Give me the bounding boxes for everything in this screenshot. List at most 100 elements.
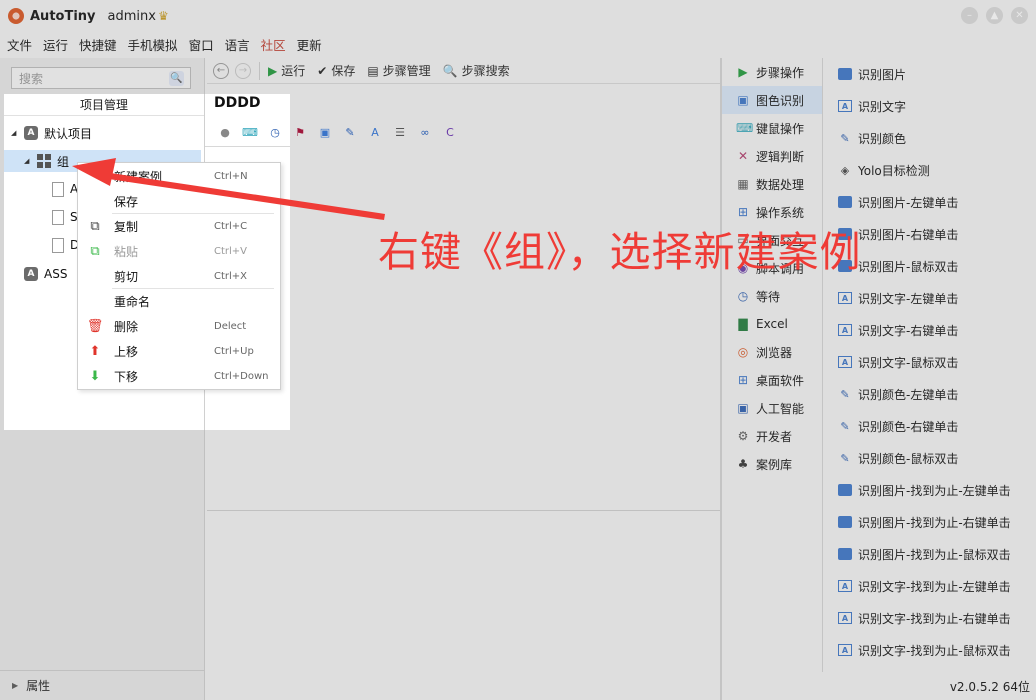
tree-case[interactable]: A bbox=[52, 178, 78, 200]
action-item[interactable]: A 识别文字-找到为止-右键单击 bbox=[824, 602, 1036, 634]
keyboard-icon[interactable]: ⌨ bbox=[242, 124, 258, 140]
menu-item-save[interactable]: 保存 bbox=[78, 189, 282, 214]
action-item[interactable]: ✎ 识别颜色-左键单击 bbox=[824, 378, 1036, 410]
settings-icon[interactable]: ☰ bbox=[392, 124, 408, 140]
user-name[interactable]: adminx bbox=[108, 9, 156, 24]
category-label: 开发者 bbox=[756, 429, 793, 444]
menu-bar: 文件 运行 快捷键 手机模拟 窗口 语言 社区 更新 bbox=[0, 32, 1036, 56]
flag-icon[interactable]: ⚑ bbox=[292, 124, 308, 140]
csharp-icon[interactable]: C bbox=[442, 124, 458, 140]
action-item[interactable]: ✎ 识别颜色-鼠标双击 bbox=[824, 442, 1036, 474]
close-icon[interactable]: ✕ bbox=[1011, 7, 1028, 24]
menu-item-new-case[interactable]: 新建案例 Ctrl+N bbox=[78, 164, 282, 189]
tree-case[interactable]: S bbox=[52, 206, 78, 228]
project-label: ASS bbox=[44, 267, 68, 281]
step-manage-button[interactable]: ▤ 步骤管理 bbox=[367, 62, 430, 79]
step-search-button[interactable]: 🔍 步骤搜索 bbox=[443, 62, 510, 79]
image-icon bbox=[838, 68, 852, 80]
editor-toolbar: ← → ▶ 运行 ✔ 保存 ▤ 步骤管理 🔍 步骤搜索 bbox=[207, 58, 720, 84]
menu-update[interactable]: 更新 bbox=[297, 35, 322, 54]
menu-run[interactable]: 运行 bbox=[43, 35, 68, 54]
category-label: 浏览器 bbox=[756, 345, 793, 360]
mouse-icon[interactable]: ● bbox=[217, 124, 233, 140]
pipette-icon: ✎ bbox=[840, 387, 850, 401]
category-item[interactable]: ⚙ 开发者 bbox=[722, 422, 822, 450]
search-icon[interactable]: 🔍 bbox=[169, 71, 184, 86]
menu-item-paste[interactable]: ⧉ 粘贴 Ctrl+V bbox=[78, 239, 282, 264]
action-item[interactable]: A 识别文字 bbox=[824, 90, 1036, 122]
text-icon[interactable]: A bbox=[367, 124, 383, 140]
category-item[interactable]: ◷ 等待 bbox=[722, 282, 822, 310]
text-icon: A bbox=[838, 644, 852, 656]
menu-item-cut[interactable]: 剪切 Ctrl+X bbox=[78, 264, 282, 289]
run-button[interactable]: ▶ 运行 bbox=[268, 62, 305, 79]
title-bar: AutoTiny adminx ♛ – ▲ ✕ bbox=[0, 0, 1036, 32]
category-item[interactable]: ◎ 浏览器 bbox=[722, 338, 822, 366]
category-label: 等待 bbox=[756, 289, 781, 304]
menu-file[interactable]: 文件 bbox=[7, 35, 32, 54]
category-item[interactable]: ▣ 人工智能 bbox=[722, 394, 822, 422]
action-item[interactable]: ✎ 识别颜色 bbox=[824, 122, 1036, 154]
toolbar-separator bbox=[259, 61, 260, 80]
action-item[interactable]: A 识别文字-鼠标双击 bbox=[824, 346, 1036, 378]
menu-item-move-up[interactable]: ⬆ 上移 Ctrl+Up bbox=[78, 339, 282, 364]
menu-language[interactable]: 语言 bbox=[225, 35, 250, 54]
action-item[interactable]: A 识别文字-右键单击 bbox=[824, 314, 1036, 346]
action-item[interactable]: 识别图片-左键单击 bbox=[824, 186, 1036, 218]
category-item[interactable]: ⊞ 桌面软件 bbox=[722, 366, 822, 394]
menu-item-delete[interactable]: 🗑 删除 Delect bbox=[78, 314, 282, 339]
back-icon[interactable]: ← bbox=[213, 62, 229, 79]
category-item[interactable]: ⌨ 键鼠操作 bbox=[722, 114, 822, 142]
category-item[interactable]: ▣ 图色识别 bbox=[722, 86, 822, 114]
text-icon: A bbox=[838, 612, 852, 624]
action-item[interactable]: 识别图片-找到为止-左键单击 bbox=[824, 474, 1036, 506]
crown-icon: ♛ bbox=[157, 9, 169, 23]
category-label: 案例库 bbox=[756, 457, 793, 472]
menu-community[interactable]: 社区 bbox=[261, 35, 286, 54]
action-item[interactable]: A 识别文字-找到为止-鼠标双击 bbox=[824, 634, 1036, 666]
collapse-triangle-icon[interactable]: ◢ bbox=[24, 157, 34, 165]
action-label: 识别颜色-左键单击 bbox=[858, 387, 959, 402]
case-title: DDDD bbox=[214, 95, 261, 111]
action-item[interactable]: ◈ Yolo目标检测 bbox=[824, 154, 1036, 186]
arrow-up-icon: ⬆ bbox=[89, 344, 101, 359]
action-label: 识别文字-左键单击 bbox=[858, 291, 959, 306]
tree-project-ass[interactable]: A ASS bbox=[24, 263, 67, 285]
pipette-icon[interactable]: ✎ bbox=[342, 124, 358, 140]
category-item[interactable]: ▇ Excel bbox=[722, 310, 822, 338]
menu-item-rename[interactable]: 重命名 bbox=[78, 289, 282, 314]
menu-hotkeys[interactable]: 快捷键 bbox=[79, 35, 117, 54]
window-controls: – ▲ ✕ bbox=[961, 7, 1028, 24]
menu-item-copy[interactable]: ⧉ 复制 Ctrl+C bbox=[78, 214, 282, 239]
category-item[interactable]: ♣ 案例库 bbox=[722, 450, 822, 478]
editor-divider[interactable] bbox=[207, 510, 720, 511]
forward-icon[interactable]: → bbox=[235, 62, 251, 79]
save-button[interactable]: ✔ 保存 bbox=[317, 62, 355, 79]
category-item[interactable]: ▶ 步骤操作 bbox=[722, 58, 822, 86]
ai-icon: ▣ bbox=[737, 401, 749, 415]
save-check-icon: ✔ bbox=[317, 63, 328, 78]
link-icon[interactable]: ∞ bbox=[417, 124, 433, 140]
maximize-icon[interactable]: ▲ bbox=[986, 7, 1003, 24]
tree-case[interactable]: D bbox=[52, 234, 79, 256]
project-icon: A bbox=[24, 267, 38, 281]
category-item[interactable]: ▦ 数据处理 bbox=[722, 170, 822, 198]
action-item[interactable]: 识别图片 bbox=[824, 58, 1036, 90]
menu-window[interactable]: 窗口 bbox=[189, 35, 214, 54]
collapse-triangle-icon[interactable]: ◢ bbox=[11, 129, 21, 137]
search-input[interactable]: 搜索 🔍 bbox=[11, 67, 191, 89]
action-item[interactable]: A 识别文字-找到为止-左键单击 bbox=[824, 570, 1036, 602]
clock-icon[interactable]: ◷ bbox=[267, 124, 283, 140]
action-item[interactable]: ✎ 识别颜色-右键单击 bbox=[824, 410, 1036, 442]
tree-project-default[interactable]: ◢ A 默认项目 bbox=[11, 122, 92, 144]
action-item[interactable]: A 识别文字-左键单击 bbox=[824, 282, 1036, 314]
action-label: 识别文字-鼠标双击 bbox=[858, 355, 959, 370]
minimize-icon[interactable]: – bbox=[961, 7, 978, 24]
action-item[interactable]: 识别图片-找到为止-鼠标双击 bbox=[824, 538, 1036, 570]
menu-item-move-down[interactable]: ⬇ 下移 Ctrl+Down bbox=[78, 364, 282, 389]
menu-phone-sim[interactable]: 手机模拟 bbox=[128, 35, 178, 54]
category-item[interactable]: ✕ 逻辑判断 bbox=[722, 142, 822, 170]
action-item[interactable]: 识别图片-找到为止-右键单击 bbox=[824, 506, 1036, 538]
yolo-icon: ◈ bbox=[840, 163, 850, 177]
image-icon[interactable]: ▣ bbox=[317, 124, 333, 140]
